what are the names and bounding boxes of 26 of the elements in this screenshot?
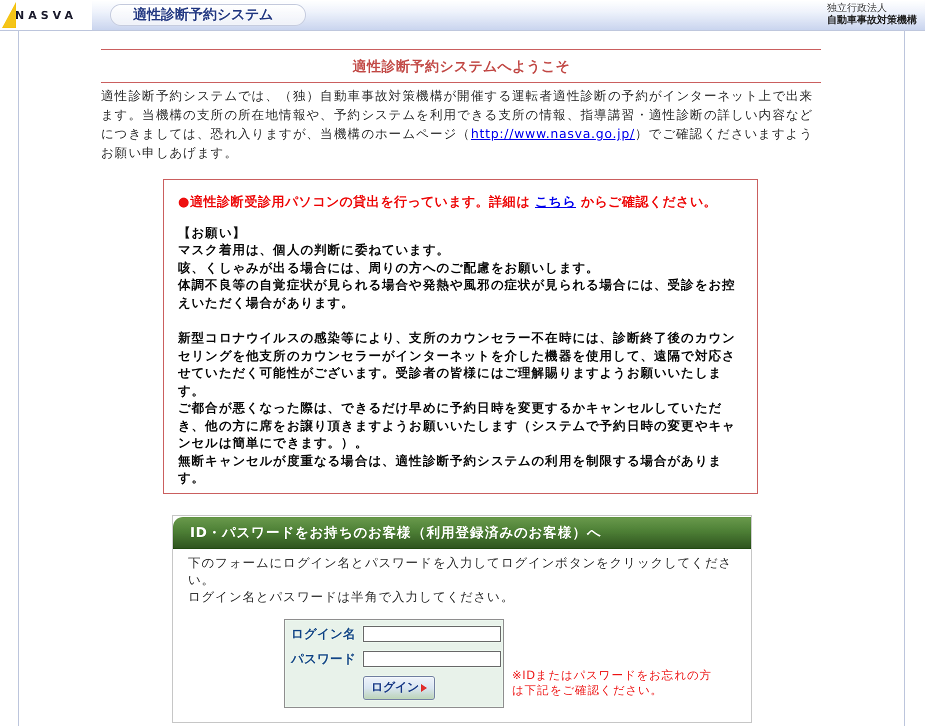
intro-paragraph: 適性診断予約システムでは、（独）自動車事故対策機構が開催する運転者適性診断の予約がインターネット上で出来ます。当機構の支所の所在地情報や、予約システムを利用できる支所の情報、指導講習・適性診断の詳しい内容などにつきましては、恐れ入りますが、当機構のホームページ（http://www.nasva.go.jp/）でご確認くださいますようお願い申しあげます。	[101, 87, 814, 162]
input-field[interactable]	[363, 651, 501, 667]
instruction-text: ログイン名とパスワードは半角で入力してください。	[188, 588, 516, 604]
notice-text: 新型コロナウイルスの感染等により、支所のカウンセラー不在時には、診断終了後のカウンセリングを他支所のカウンセラーがインターネットを介した機器を使用して、遠隔で対応させていただく可能性がございます。受診者の皆様にはご理解賜りますようお願いいたします。	[178, 329, 737, 399]
system-title: 適性診断予約システム	[110, 4, 306, 26]
field-label: ログイン名	[291, 626, 356, 642]
notice-text: 【お願い】	[178, 224, 247, 241]
homepage-link[interactable]: http://www.nasva.go.jp/	[470, 126, 635, 141]
triangle-icon	[2, 2, 16, 28]
notice-text: 無断キャンセルが度重なる場合は、適性診断予約システムの利用を制限する場合があります。	[178, 452, 723, 486]
field-label: パスワード	[291, 650, 356, 668]
notice-text: マスク着用は、個人の判断に委ねています。	[178, 241, 451, 258]
nasva-logo: NASVA	[0, 0, 92, 30]
welcome-title: 適性診断予約システムへようこそ	[101, 49, 821, 83]
notice-text: ご都合が悪くなった際は、できるだけ早めに予約日時を変更するかキャンセルしていただき、他の方に席をお譲り頂きますようお願いいたします（システムで予約日時の変更やキャンセルは簡単にできます。）。	[178, 399, 737, 452]
forgot-note: ※IDまたはパスワードをお忘れの方は下記をご確認ください。	[512, 668, 714, 698]
input-field[interactable]	[363, 626, 501, 642]
alert-text: ●適性診断受診用パソコンの貸出を行っています。詳細は こちら からご確認ください。	[178, 194, 718, 212]
instruction-text: 下のフォームにログイン名とパスワードを入力してログインボタンをクリックしてください。	[188, 554, 733, 588]
details-link[interactable]: こちら	[535, 195, 576, 210]
notice-text: 体調不良等の自覚症状が見られる場合や発熱や風邪の症状が見られる場合には、受診をお控えいただく場合があります。	[178, 276, 737, 311]
login-heading: ID・パスワードをお持ちのお客様（利用登録済みのお客様）へ	[173, 516, 751, 548]
login-button[interactable]: ログイン	[363, 676, 435, 700]
organization-name: 独立行政法人 自動車事故対策機構	[827, 3, 917, 27]
notice-text: 咳、くしゃみが出る場合には、周りの方へのご配慮をお願いします。	[178, 258, 601, 276]
arrow-icon	[421, 684, 427, 692]
